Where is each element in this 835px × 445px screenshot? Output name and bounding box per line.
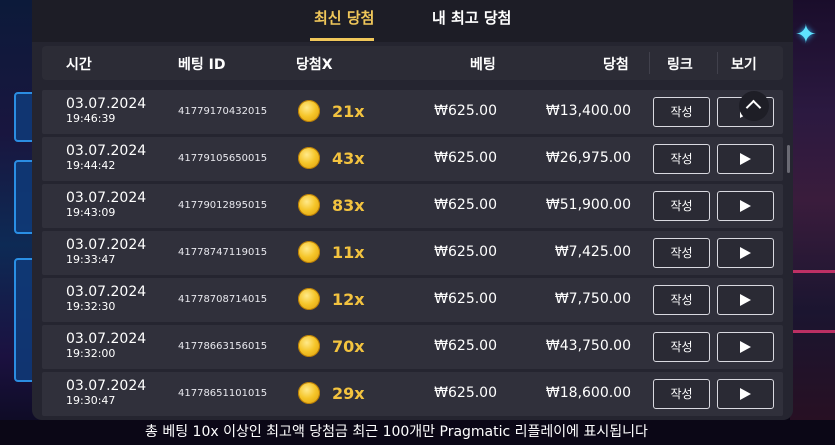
row-win-amount: ₩7,750.00 — [554, 291, 631, 307]
column-header-bet-id: 베팅 ID — [178, 57, 226, 73]
row-date: 03.07.2024 — [66, 143, 147, 159]
row-win-amount: ₩43,750.00 — [545, 338, 631, 354]
row-multiplier: 83x — [332, 196, 365, 215]
row-date: 03.07.2024 — [66, 237, 147, 253]
row-bet-amount: ₩625.00 — [434, 150, 497, 166]
play-icon — [740, 388, 751, 400]
coin-icon — [298, 147, 320, 169]
play-icon — [740, 153, 751, 165]
win-history-modal: 최신 당첨 내 최고 당첨 시간 베팅 ID 당첨X 베팅 당첨 링크 보기 0… — [32, 0, 793, 420]
create-link-button[interactable]: 작성 — [653, 191, 710, 221]
table-row: 03.07.2024 19:43:09 41779012895015 83x ₩… — [42, 184, 783, 228]
column-header-link: 링크 — [667, 57, 693, 73]
table-row: 03.07.2024 19:30:47 41778651101015 29x ₩… — [42, 372, 783, 416]
row-date: 03.07.2024 — [66, 96, 147, 112]
coin-icon — [298, 100, 320, 122]
neon-sign-decoration: ✦ — [795, 20, 817, 50]
create-link-button[interactable]: 작성 — [653, 332, 710, 362]
play-icon — [740, 294, 751, 306]
coin-icon — [298, 194, 320, 216]
column-separator — [649, 52, 650, 74]
row-multiplier: 12x — [332, 290, 365, 309]
coin-icon — [298, 241, 320, 263]
row-bet-id: 41778708714015 — [178, 294, 268, 305]
table-row: 03.07.2024 19:33:47 41778747119015 11x ₩… — [42, 231, 783, 275]
row-bet-amount: ₩625.00 — [434, 244, 497, 260]
row-bet-amount: ₩625.00 — [434, 103, 497, 119]
row-date: 03.07.2024 — [66, 331, 147, 347]
row-bet-amount: ₩625.00 — [434, 338, 497, 354]
row-bet-amount: ₩625.00 — [434, 291, 497, 307]
create-link-button[interactable]: 작성 — [653, 379, 710, 409]
row-time: 19:30:47 — [66, 394, 116, 407]
create-link-button[interactable]: 작성 — [653, 97, 710, 127]
replay-play-button[interactable] — [717, 332, 774, 362]
replay-play-button[interactable] — [717, 238, 774, 268]
column-separator — [717, 52, 718, 74]
row-bet-amount: ₩625.00 — [434, 385, 497, 401]
row-multiplier: 29x — [332, 384, 365, 403]
row-win-amount: ₩18,600.00 — [545, 385, 631, 401]
coin-icon — [298, 335, 320, 357]
play-icon — [740, 200, 751, 212]
row-bet-id: 41779012895015 — [178, 200, 268, 211]
chevron-up-icon — [745, 99, 762, 116]
play-icon — [740, 247, 751, 259]
row-time: 19:46:39 — [66, 112, 116, 125]
column-header-time: 시간 — [66, 57, 92, 73]
row-time: 19:32:30 — [66, 300, 116, 313]
scroll-to-top-button[interactable] — [739, 91, 769, 121]
row-bet-id: 41778651101015 — [178, 388, 268, 399]
column-header-view: 보기 — [731, 57, 757, 73]
row-multiplier: 70x — [332, 337, 365, 356]
coin-icon — [298, 382, 320, 404]
replay-play-button[interactable] — [717, 285, 774, 315]
create-link-button[interactable]: 작성 — [653, 285, 710, 315]
game-background-right: ✦ — [790, 0, 835, 445]
row-time: 19:32:00 — [66, 347, 116, 360]
row-date: 03.07.2024 — [66, 190, 147, 206]
create-link-button[interactable]: 작성 — [653, 238, 710, 268]
replay-play-button[interactable] — [717, 144, 774, 174]
table-row: 03.07.2024 19:32:00 41778663156015 70x ₩… — [42, 325, 783, 369]
row-win-amount: ₩7,425.00 — [554, 244, 631, 260]
row-bet-id: 41779105650015 — [178, 153, 268, 164]
row-multiplier: 21x — [332, 102, 365, 121]
table-header: 시간 베팅 ID 당첨X 베팅 당첨 링크 보기 — [42, 46, 783, 80]
replay-play-button[interactable] — [717, 379, 774, 409]
active-tab-indicator — [310, 38, 374, 41]
row-multiplier: 11x — [332, 243, 365, 262]
tab-my-top-wins[interactable]: 내 최고 당첨 — [432, 7, 511, 28]
create-link-button[interactable]: 작성 — [653, 144, 710, 174]
table-row: 03.07.2024 19:44:42 41779105650015 43x ₩… — [42, 137, 783, 181]
tab-bar: 최신 당첨 내 최고 당첨 — [32, 0, 793, 42]
tab-latest-wins[interactable]: 최신 당첨 — [314, 7, 374, 28]
neon-stripe — [790, 270, 835, 273]
row-date: 03.07.2024 — [66, 378, 147, 394]
table-row: 03.07.2024 19:32:30 41778708714015 12x ₩… — [42, 278, 783, 322]
row-win-amount: ₩13,400.00 — [545, 103, 631, 119]
coin-icon — [298, 288, 320, 310]
row-bet-id: 41778663156015 — [178, 341, 268, 352]
replay-info-note: 총 베팅 10x 이상인 최고액 당첨금 최근 100개만 Pragmatic … — [145, 424, 648, 440]
table-row: 03.07.2024 19:46:39 41779170432015 21x ₩… — [42, 90, 783, 134]
row-multiplier: 43x — [332, 149, 365, 168]
row-time: 19:43:09 — [66, 206, 116, 219]
row-time: 19:44:42 — [66, 159, 116, 172]
column-header-multiplier: 당첨X — [296, 57, 333, 73]
column-header-win: 당첨 — [603, 57, 629, 73]
row-time: 19:33:47 — [66, 253, 116, 266]
neon-stripe — [790, 330, 835, 333]
row-bet-id: 41779170432015 — [178, 106, 268, 117]
row-bet-id: 41778747119015 — [178, 247, 268, 258]
play-icon — [740, 341, 751, 353]
replay-play-button[interactable] — [717, 191, 774, 221]
row-win-amount: ₩26,975.00 — [545, 150, 631, 166]
row-bet-amount: ₩625.00 — [434, 197, 497, 213]
row-date: 03.07.2024 — [66, 284, 147, 300]
column-header-bet: 베팅 — [470, 57, 496, 73]
scrollbar-thumb[interactable] — [787, 145, 790, 173]
row-win-amount: ₩51,900.00 — [545, 197, 631, 213]
